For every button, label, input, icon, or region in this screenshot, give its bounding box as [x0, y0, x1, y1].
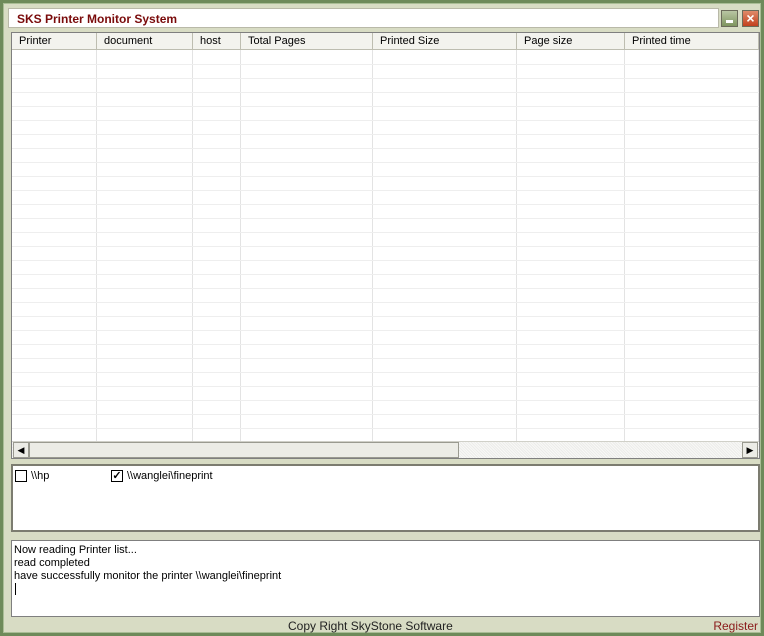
grid-row-line: [12, 330, 759, 331]
grid-row-line: [12, 386, 759, 387]
main-window: SKS Printer Monitor System × Printer doc…: [0, 0, 764, 636]
column-header-total-pages[interactable]: Total Pages: [241, 33, 373, 50]
log-line: Now reading Printer list...: [14, 544, 137, 556]
scroll-left-icon[interactable]: ◀: [13, 442, 29, 458]
minimize-button[interactable]: [721, 10, 738, 27]
grid-row-line: [12, 358, 759, 359]
printer-label-hp: \\hp: [31, 470, 50, 482]
grid-row-line: [12, 246, 759, 247]
grid-row-line: [12, 274, 759, 275]
grid-row-line: [12, 260, 759, 261]
printer-item-fineprint[interactable]: ✓ \\wanglei\fineprint: [111, 469, 271, 483]
grid-row-line: [12, 64, 759, 65]
grid-row-line: [12, 134, 759, 135]
grid-row-line: [12, 400, 759, 401]
grid-row-line: [12, 106, 759, 107]
print-jobs-table[interactable]: Printer document host Total Pages Printe…: [11, 32, 760, 459]
column-header-page-size[interactable]: Page size: [517, 33, 625, 50]
table-header: Printer document host Total Pages Printe…: [12, 33, 759, 50]
grid-row-line: [12, 148, 759, 149]
log-line: have successfully monitor the printer \\…: [14, 570, 282, 582]
close-icon: ×: [746, 10, 755, 26]
column-header-document[interactable]: document: [97, 33, 193, 50]
title-bar[interactable]: SKS Printer Monitor System: [8, 8, 719, 28]
printer-checkbox-hp[interactable]: [15, 470, 27, 482]
printer-item-hp[interactable]: \\hp: [15, 469, 105, 483]
register-link[interactable]: Register: [713, 619, 758, 633]
printer-list-panel: \\hp ✓ \\wanglei\fineprint: [11, 464, 760, 532]
grid-row-line: [12, 176, 759, 177]
minimize-icon: [726, 20, 733, 23]
status-bar: Copy Right SkyStone Software Register: [8, 618, 762, 635]
grid-row-line: [12, 288, 759, 289]
column-header-host[interactable]: host: [193, 33, 241, 50]
table-body[interactable]: [12, 50, 759, 442]
copyright-text: Copy Right SkyStone Software: [288, 619, 453, 633]
column-header-printed-time[interactable]: Printed time: [625, 33, 759, 50]
grid-row-line: [12, 344, 759, 345]
horizontal-scrollbar[interactable]: ◀ ▶: [12, 441, 759, 458]
grid-row-line: [12, 204, 759, 205]
log-textbox[interactable]: Now reading Printer list... read complet…: [11, 540, 760, 617]
grid-row-line: [12, 120, 759, 121]
printer-checkbox-fineprint[interactable]: ✓: [111, 470, 123, 482]
grid-row-line: [12, 162, 759, 163]
printer-label-fineprint: \\wanglei\fineprint: [127, 470, 213, 482]
grid-row-line: [12, 78, 759, 79]
log-line: read completed: [14, 557, 90, 569]
window-title: SKS Printer Monitor System: [17, 12, 178, 26]
scrollbar-thumb[interactable]: [29, 442, 459, 458]
grid-row-line: [12, 190, 759, 191]
grid-row-line: [12, 372, 759, 373]
grid-row-line: [12, 218, 759, 219]
scroll-right-icon[interactable]: ▶: [742, 442, 758, 458]
text-caret: [15, 583, 16, 595]
grid-row-line: [12, 232, 759, 233]
grid-row-line: [12, 428, 759, 429]
close-button[interactable]: ×: [742, 10, 759, 27]
column-header-printer[interactable]: Printer: [12, 33, 97, 50]
grid-row-line: [12, 302, 759, 303]
column-header-printed-size[interactable]: Printed Size: [373, 33, 517, 50]
grid-row-line: [12, 414, 759, 415]
grid-row-line: [12, 92, 759, 93]
grid-row-line: [12, 316, 759, 317]
